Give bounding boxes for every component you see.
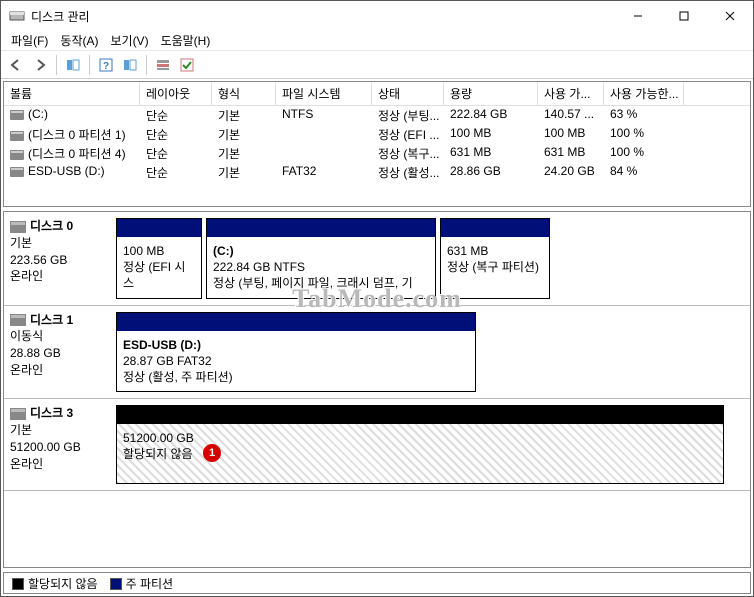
list-icon[interactable] [152, 54, 174, 76]
partition-container: 100 MB정상 (EFI 시스(C:)222.84 GB NTFS정상 (부팅… [116, 218, 744, 299]
app-icon [9, 8, 25, 24]
window-controls [615, 1, 753, 31]
partition[interactable]: (C:)222.84 GB NTFS정상 (부팅, 페이지 파일, 크래시 덤프… [206, 218, 436, 299]
table-row[interactable]: (C:)단순기본NTFS정상 (부팅...222.84 GB140.57 ...… [4, 106, 750, 125]
header-filesystem[interactable]: 파일 시스템 [276, 82, 372, 105]
menubar: 파일(F) 동작(A) 보기(V) 도움말(H) [1, 31, 753, 51]
disk-panes[interactable]: 디스크 0기본223.56 GB온라인100 MB정상 (EFI 시스(C:)2… [4, 212, 750, 567]
header-capacity[interactable]: 용량 [444, 82, 538, 105]
svg-text:?: ? [103, 61, 109, 72]
legend: 할당되지 않음 주 파티션 [3, 572, 751, 594]
header-type[interactable]: 형식 [212, 82, 276, 105]
check-icon[interactable] [176, 54, 198, 76]
grid-body: (C:)단순기본NTFS정상 (부팅...222.84 GB140.57 ...… [4, 106, 750, 182]
disk-row: 디스크 3기본51200.00 GB온라인51200.00 GB할당되지 않음1 [4, 399, 750, 491]
partition[interactable]: 100 MB정상 (EFI 시스 [116, 218, 202, 299]
partition-container: 51200.00 GB할당되지 않음1 [116, 405, 744, 484]
view-icon[interactable] [62, 54, 84, 76]
back-button[interactable] [5, 54, 27, 76]
close-button[interactable] [707, 1, 753, 31]
menu-help[interactable]: 도움말(H) [155, 30, 217, 51]
partition-container: ESD-USB (D:)28.87 GB FAT32정상 (활성, 주 파티션) [116, 312, 744, 393]
volume-grid[interactable]: 볼륨 레이아웃 형식 파일 시스템 상태 용량 사용 가... 사용 가능한..… [3, 81, 751, 207]
legend-unallocated: 할당되지 않음 [12, 575, 98, 592]
titlebar: 디스크 관리 [1, 1, 753, 31]
maximize-button[interactable] [661, 1, 707, 31]
disk-label: 디스크 0기본223.56 GB온라인 [10, 218, 110, 299]
refresh-icon[interactable] [119, 54, 141, 76]
header-status[interactable]: 상태 [372, 82, 444, 105]
disk-row: 디스크 0기본223.56 GB온라인100 MB정상 (EFI 시스(C:)2… [4, 212, 750, 306]
table-row[interactable]: ESD-USB (D:)단순기본FAT32정상 (활성...28.86 GB24… [4, 163, 750, 182]
partition[interactable]: ESD-USB (D:)28.87 GB FAT32정상 (활성, 주 파티션) [116, 312, 476, 393]
window-title: 디스크 관리 [31, 8, 615, 25]
help-icon[interactable]: ? [95, 54, 117, 76]
minimize-button[interactable] [615, 1, 661, 31]
table-row[interactable]: (디스크 0 파티션 4)단순기본정상 (복구...631 MB631 MB10… [4, 144, 750, 163]
grid-header: 볼륨 레이아웃 형식 파일 시스템 상태 용량 사용 가... 사용 가능한..… [4, 82, 750, 106]
menu-action[interactable]: 동작(A) [54, 30, 104, 51]
header-free[interactable]: 사용 가... [538, 82, 604, 105]
annotation-badge: 1 [203, 444, 221, 462]
header-volume[interactable]: 볼륨 [4, 82, 140, 105]
menu-file[interactable]: 파일(F) [5, 30, 54, 51]
forward-button[interactable] [29, 54, 51, 76]
toolbar: ? [1, 51, 753, 79]
disk-label: 디스크 1이동식28.88 GB온라인 [10, 312, 110, 393]
disk-map-panel: 디스크 0기본223.56 GB온라인100 MB정상 (EFI 시스(C:)2… [3, 211, 751, 568]
header-percent[interactable]: 사용 가능한... [604, 82, 684, 105]
disk-label: 디스크 3기본51200.00 GB온라인 [10, 405, 110, 484]
legend-primary: 주 파티션 [110, 575, 174, 592]
disk-row: 디스크 1이동식28.88 GB온라인ESD-USB (D:)28.87 GB … [4, 306, 750, 400]
header-layout[interactable]: 레이아웃 [140, 82, 212, 105]
menu-view[interactable]: 보기(V) [104, 30, 154, 51]
partition[interactable]: 51200.00 GB할당되지 않음1 [116, 405, 724, 484]
table-row[interactable]: (디스크 0 파티션 1)단순기본정상 (EFI ...100 MB100 MB… [4, 125, 750, 144]
partition[interactable]: 631 MB정상 (복구 파티션) [440, 218, 550, 299]
